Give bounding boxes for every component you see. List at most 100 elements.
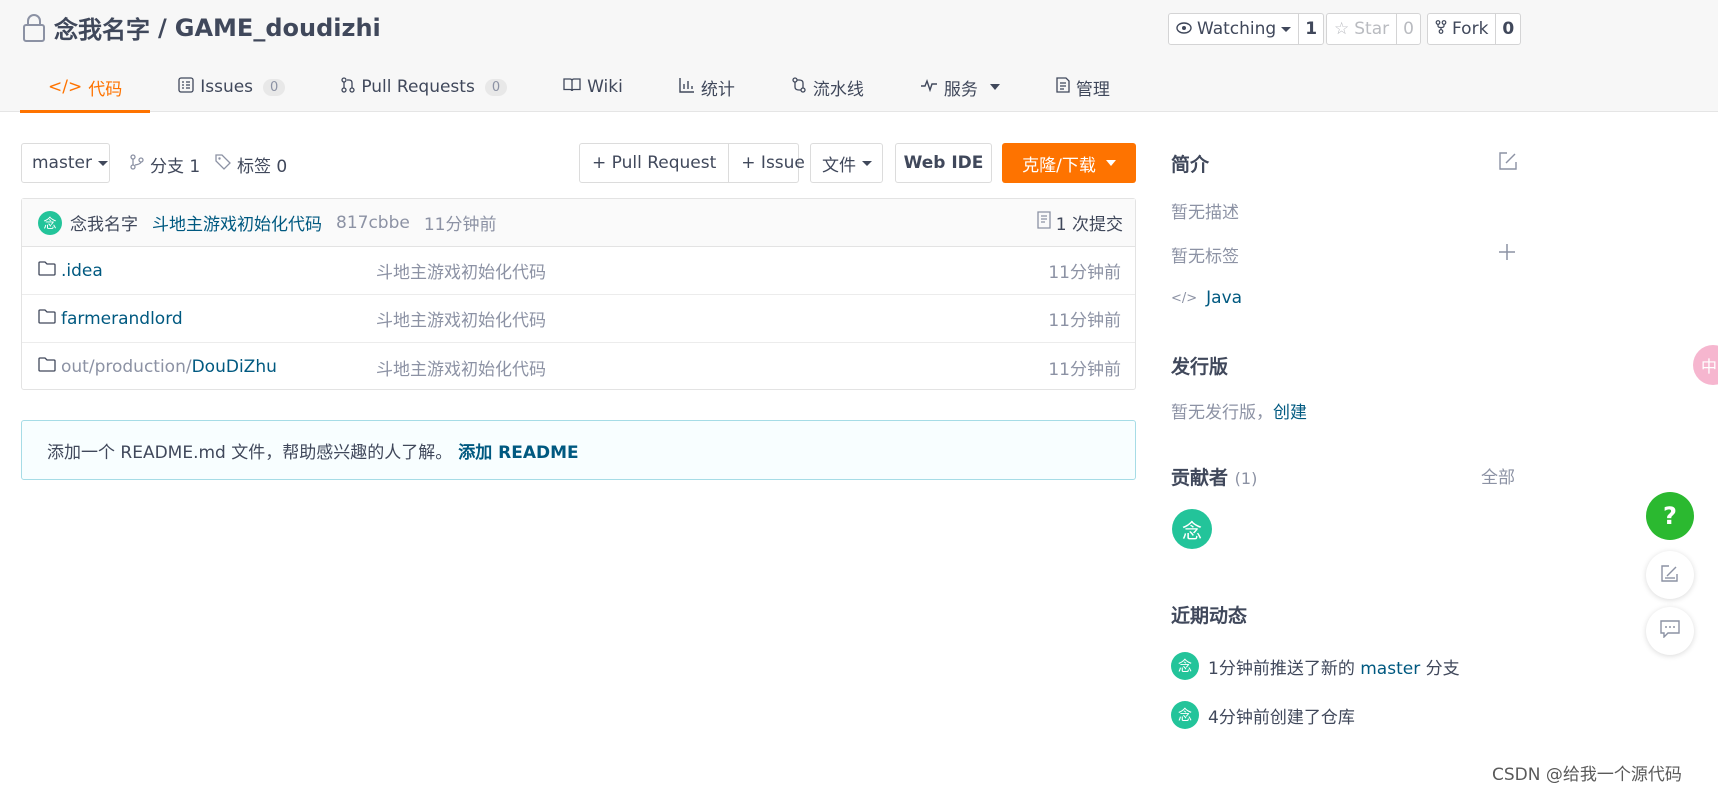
commit-count-link[interactable]: 1 次提交 <box>1037 210 1123 235</box>
file-name-link[interactable]: farmerandlord <box>38 309 183 329</box>
file-name: .idea <box>61 260 103 281</box>
file-name: DouDiZhu <box>191 357 277 377</box>
contributors-title: 贡献者 <box>1171 467 1229 489</box>
repo-owner-link[interactable]: 念我名字 <box>54 10 150 45</box>
help-button[interactable]: ? <box>1646 492 1694 540</box>
bar-chart-icon <box>679 77 695 98</box>
star-label: Star <box>1354 19 1390 39</box>
commit-message-link[interactable]: 斗地主游戏初始化代码 <box>152 210 322 235</box>
contributors-heading: 贡献者 (1) <box>1171 463 1257 490</box>
commit-doc-icon <box>1037 211 1051 234</box>
branch-select[interactable]: master <box>21 143 110 183</box>
branches-label: 分支 1 <box>150 157 201 177</box>
pr-issue-group: + Pull Request + Issue <box>579 143 805 183</box>
pipeline-icon <box>791 76 807 98</box>
readme-notice: 添加一个 README.md 文件，帮助感兴趣的人了解。 添加 README <box>21 420 1136 480</box>
fork-button[interactable]: Fork 0 <box>1427 13 1522 45</box>
folder-icon <box>38 260 56 281</box>
add-tag-icon[interactable] <box>1498 243 1516 266</box>
star-icon: ☆ <box>1334 19 1350 39</box>
edit-icon[interactable] <box>1498 151 1518 176</box>
star-button[interactable]: ☆ Star 0 <box>1326 13 1421 45</box>
clone-download-button[interactable]: 克隆/下载 <box>1002 143 1136 183</box>
file-menu-button[interactable]: 文件 <box>810 143 883 183</box>
repo-separator: / <box>158 13 167 42</box>
releases-empty: 暂无发行版，创建 <box>1171 398 1307 423</box>
fork-label: Fork <box>1452 19 1489 39</box>
tab-code[interactable]: </> 代码 <box>20 62 151 113</box>
repo-header: 念我名字 / GAME_doudizhi Watching 1 ☆ Star 0… <box>0 0 1718 113</box>
tab-label: Issues <box>200 77 254 97</box>
fork-count[interactable]: 0 <box>1495 14 1520 44</box>
commit-hash[interactable]: 817cbbe <box>336 213 410 233</box>
watch-label: Watching <box>1197 19 1277 39</box>
file-time: 11分钟前 <box>1048 263 1121 283</box>
tab-wiki[interactable]: Wiki <box>535 62 651 112</box>
tab-manage[interactable]: 管理 <box>1028 62 1138 112</box>
file-commit-message[interactable]: 斗地主游戏初始化代码 <box>376 306 546 331</box>
settings-doc-icon <box>1056 76 1070 98</box>
avatar[interactable]: 念 <box>1171 701 1199 729</box>
chevron-down-icon <box>97 160 108 166</box>
chat-button[interactable] <box>1646 607 1694 655</box>
watch-count[interactable]: 1 <box>1298 14 1323 44</box>
language-link[interactable]: </> Java <box>1171 288 1242 308</box>
tab-stats[interactable]: 统计 <box>651 62 763 112</box>
repo-title: 念我名字 / GAME_doudizhi <box>22 10 381 45</box>
web-ide-button[interactable]: Web IDE <box>895 143 992 183</box>
tab-issues[interactable]: Issues 0 <box>150 62 313 112</box>
avatar[interactable]: 念 <box>38 210 62 235</box>
add-readme-link[interactable]: 添加 README <box>458 438 578 463</box>
file-commit-message[interactable]: 斗地主游戏初始化代码 <box>376 355 546 380</box>
avatar[interactable]: 念 <box>1172 509 1212 549</box>
tab-label: 统计 <box>700 79 735 100</box>
file-commit-message[interactable]: 斗地主游戏初始化代码 <box>376 258 546 283</box>
issues-count-badge: 0 <box>263 78 286 96</box>
commit-author[interactable]: 念我名字 <box>70 210 138 235</box>
table-row[interactable]: .idea 斗地主游戏初始化代码 11分钟前 <box>22 247 1135 295</box>
no-tags: 暂无标签 <box>1171 247 1239 267</box>
all-contributors-link[interactable]: 全部 <box>1481 463 1515 488</box>
lock-icon <box>22 13 46 43</box>
watch-button[interactable]: Watching 1 <box>1168 13 1325 45</box>
file-list: 念 念我名字 斗地主游戏初始化代码 817cbbe 11分钟前 1 次提交 .i… <box>21 198 1136 390</box>
feedback-button[interactable] <box>1646 551 1694 599</box>
fork-icon <box>1435 19 1447 39</box>
activity-heading: 近期动态 <box>1171 605 1248 627</box>
branch-link[interactable]: master <box>1360 659 1420 679</box>
new-pull-request-button[interactable]: + Pull Request <box>580 144 730 182</box>
branch-select-value: master <box>32 153 92 173</box>
file-time: 11分钟前 <box>1048 359 1121 380</box>
branches-link[interactable]: 分支 1 <box>130 152 200 177</box>
tab-pull-requests[interactable]: Pull Requests 0 <box>313 62 535 112</box>
table-row[interactable]: farmerandlord 斗地主游戏初始化代码 11分钟前 <box>22 295 1135 343</box>
chevron-down-icon <box>1281 26 1292 32</box>
no-release-text: 暂无发行版， <box>1171 403 1273 423</box>
repo-name-link[interactable]: GAME_doudizhi <box>175 14 381 42</box>
avatar[interactable]: 念 <box>1171 652 1199 680</box>
activity-text: 分支 <box>1420 658 1460 679</box>
tab-label: 流水线 <box>812 79 864 100</box>
pr-count-badge: 0 <box>484 78 508 96</box>
table-row[interactable]: out/production/DouDiZhu 斗地主游戏初始化代码 11分钟前 <box>22 343 1135 391</box>
tab-pipeline[interactable]: 流水线 <box>763 62 892 112</box>
star-count[interactable]: 0 <box>1396 14 1420 44</box>
tab-label: Wiki <box>587 77 623 97</box>
create-release-link[interactable]: 创建 <box>1273 403 1307 423</box>
side-tab-button[interactable]: 中 <box>1693 345 1718 385</box>
eye-icon <box>1176 19 1192 39</box>
code-icon: </> <box>1171 290 1198 306</box>
file-name-link[interactable]: out/production/DouDiZhu <box>38 357 277 377</box>
tab-services[interactable]: 服务 <box>892 62 1028 112</box>
tab-label: 代码 <box>88 79 123 100</box>
code-icon: </> <box>48 77 83 97</box>
folder-icon <box>38 308 56 329</box>
activity-item: 念 1分钟前推送了新的 master 分支 <box>1171 652 1460 680</box>
tags-link[interactable]: 标签 0 <box>215 152 287 177</box>
file-path-prefix: out/production/ <box>61 357 192 377</box>
commit-count-label: 1 次提交 <box>1055 215 1123 235</box>
pulse-icon <box>920 77 938 97</box>
file-name-link[interactable]: .idea <box>38 261 103 281</box>
watermark: CSDN @给我一个源代码 <box>1492 765 1682 785</box>
new-issue-button[interactable]: + Issue <box>729 153 817 173</box>
